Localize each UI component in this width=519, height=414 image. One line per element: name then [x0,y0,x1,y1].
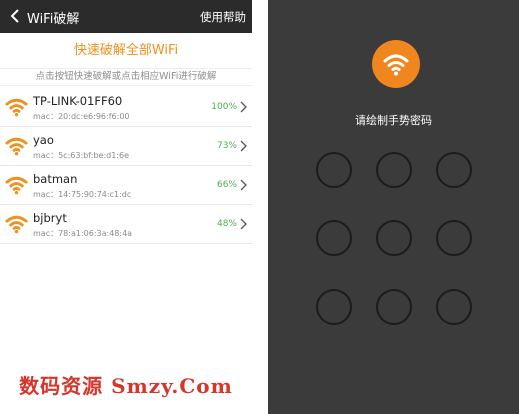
wifi-signal-icon [5,176,28,195]
wifi-signal-icon [5,137,28,156]
wifi-ssid: batman [33,172,78,186]
gesture-prompt: 请绘制手势密码 [355,114,432,127]
wifi-mac: mac：78:a1:06:3a:48:4a [33,229,133,238]
wifi-mac: mac：5c:63:bf:be:d1:6e [33,151,130,160]
wifi-ssid: TP-LINK-01FF60 [33,94,123,108]
instruction-text: 点击按钮快速破解或点击相应WiFi进行破解 [0,68,252,86]
help-link[interactable]: 使用帮助 [200,9,246,25]
wifi-mac: mac：14:75:90:74:c1:dc [33,190,132,199]
chevron-right-icon [240,101,247,113]
gesture-lock-screen: 请绘制手势密码 [268,0,519,414]
chevron-right-icon [240,179,247,191]
pattern-dot[interactable] [316,220,352,256]
wifi-list-item[interactable]: TP-LINK-01FF60 mac：20:dc:e6:96:f6:00 100… [0,88,252,127]
crack-probability: 100% [211,102,237,112]
page-title: WiFi破解 [27,12,80,27]
wifi-crack-screen: WiFi破解 使用帮助 快速破解全部WiFi 点击按钮快速破解或点击相应WiFi… [0,0,252,414]
wifi-signal-icon [5,215,28,234]
wifi-list-item[interactable]: yao mac：5c:63:bf:be:d1:6e 73% [0,127,252,166]
pattern-dot[interactable] [436,289,472,325]
crack-probability: 48% [216,219,237,229]
app-logo [372,40,420,88]
site-watermark: 数码资源 Smzy.Com [19,374,233,398]
pattern-dot[interactable] [316,289,352,325]
crack-probability: 73% [216,141,237,151]
back-arrow-icon[interactable] [6,5,24,27]
wifi-icon [383,54,409,76]
pattern-dot[interactable] [376,289,412,325]
wifi-list-item[interactable]: bjbryt mac：78:a1:06:3a:48:4a 48% [0,205,252,244]
wifi-ssid: bjbryt [33,211,67,225]
pattern-dot[interactable] [436,152,472,188]
chevron-right-icon [240,218,247,230]
crack-all-button[interactable]: 快速破解全部WiFi [0,38,252,64]
pattern-dot[interactable] [436,220,472,256]
wifi-list-item[interactable]: batman mac：14:75:90:74:c1:dc 66% [0,166,252,205]
wifi-list: TP-LINK-01FF60 mac：20:dc:e6:96:f6:00 100… [0,88,252,244]
pattern-dot[interactable] [376,220,412,256]
app-header: WiFi破解 使用帮助 [0,0,252,33]
pattern-dot[interactable] [376,152,412,188]
crack-probability: 66% [216,180,237,190]
chevron-right-icon [240,140,247,152]
pattern-dot[interactable] [316,152,352,188]
wifi-signal-icon [5,98,28,117]
wifi-mac: mac：20:dc:e6:96:f6:00 [33,112,130,121]
wifi-ssid: yao [33,133,54,147]
